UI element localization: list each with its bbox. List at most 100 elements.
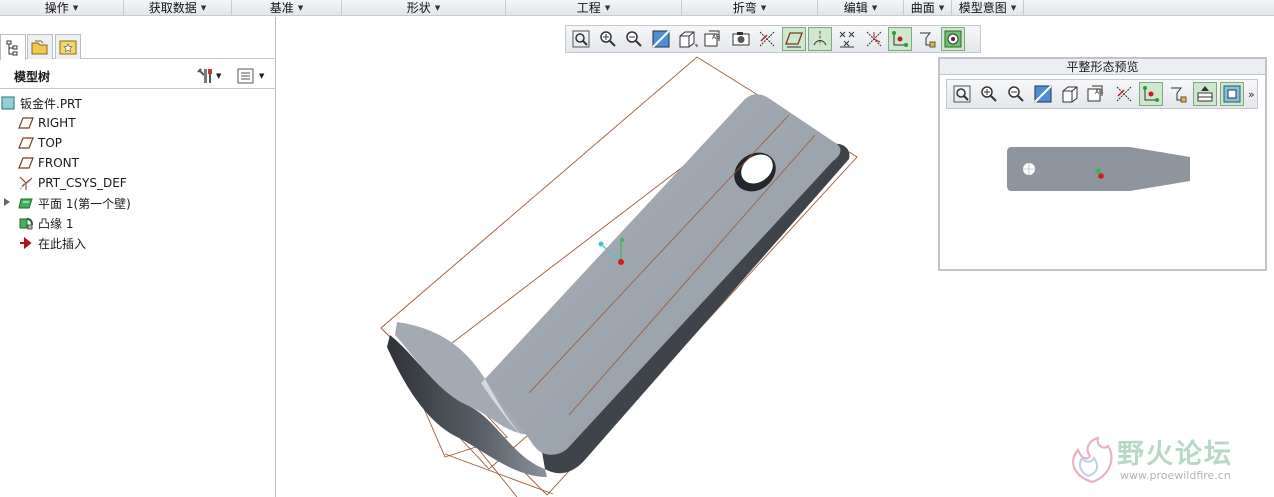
preview-spin-center-toggle[interactable] xyxy=(1139,82,1163,106)
tree-item-front[interactable]: FRONT xyxy=(0,153,276,173)
menu-operations[interactable]: 操作 ▼ xyxy=(0,0,124,16)
tree-item-flange[interactable]: 凸缘 1 xyxy=(0,213,276,233)
part-icon xyxy=(0,95,16,111)
tab-model-tree[interactable] xyxy=(0,34,26,60)
annotation-display-toggle[interactable] xyxy=(915,27,939,51)
chevron-down-icon: ▼ xyxy=(297,4,304,12)
insert-here-arrow-icon xyxy=(18,235,34,251)
flange-icon xyxy=(18,215,34,231)
preview-zoom-in-button[interactable] xyxy=(977,82,1001,106)
view-toolbar: AB xyxy=(565,25,981,53)
expand-arrow-icon[interactable] xyxy=(4,198,10,206)
chevron-down-icon: ▼ xyxy=(760,4,767,12)
menu-edit[interactable]: 编辑 ▼ xyxy=(818,0,904,16)
datum-axis-display-icon xyxy=(813,31,827,46)
refit-button[interactable] xyxy=(569,27,593,51)
watermark-url: www.proewildfire.cn xyxy=(1120,469,1231,482)
folder-icon xyxy=(31,40,48,55)
annotation-icon xyxy=(1171,87,1187,103)
datum-plane-icon xyxy=(18,135,34,151)
tree-item-right[interactable]: RIGHT xyxy=(0,113,276,133)
preview-saved-views-button[interactable]: AB xyxy=(1085,82,1109,106)
repaint-button[interactable] xyxy=(649,27,673,51)
model-display-icon xyxy=(1223,85,1241,103)
tools-icon xyxy=(197,68,212,83)
preview-spin-center-button[interactable] xyxy=(1112,82,1136,106)
spin-center-button[interactable] xyxy=(755,27,779,51)
chevron-down-icon: ▼ xyxy=(216,72,222,80)
model-tree-header: 模型树 ▼ ▼ xyxy=(0,63,276,89)
saved-views-button[interactable]: AB xyxy=(702,27,726,51)
tree-item-top[interactable]: TOP xyxy=(0,133,276,153)
orient-icon xyxy=(1197,86,1213,102)
tab-favorites[interactable] xyxy=(55,34,81,59)
model-tree-title: 模型树 xyxy=(14,70,51,84)
model-display-toggle[interactable] xyxy=(941,27,966,51)
tree-item-insert-here[interactable]: 在此插入 xyxy=(0,233,276,253)
csys-icon xyxy=(18,175,34,191)
spin-center-icon xyxy=(1116,86,1132,102)
more-tools-icon[interactable]: » xyxy=(1248,88,1255,101)
csys-display-toggle[interactable] xyxy=(862,27,886,51)
tree-item-flat-wall[interactable]: 平面 1(第一个壁) xyxy=(0,193,276,213)
preview-zoom-out-button[interactable] xyxy=(1004,82,1028,106)
display-style-button[interactable] xyxy=(675,27,699,51)
show-button[interactable]: ▼ xyxy=(237,66,264,86)
menu-bend[interactable]: 折弯 ▼ xyxy=(682,0,818,16)
settings-button[interactable]: ▼ xyxy=(196,66,221,86)
navigator-tabs xyxy=(0,31,276,60)
flat-pattern-preview: 平整形态预览 AB » xyxy=(938,57,1267,271)
menu-shapes[interactable]: 形状 ▼ xyxy=(342,0,506,16)
preview-orient-button[interactable] xyxy=(1193,82,1217,106)
chevron-down-icon: ▼ xyxy=(434,4,441,12)
spin-center-toggle[interactable] xyxy=(888,27,913,51)
svg-text:AB: AB xyxy=(1095,89,1103,96)
tree-item-part[interactable]: 钣金件.PRT xyxy=(0,93,276,113)
shaded-cube-icon xyxy=(1062,86,1078,103)
preview-toolbar: AB » xyxy=(946,79,1258,109)
chevron-down-icon: ▼ xyxy=(72,4,79,12)
list-view-icon xyxy=(237,68,254,84)
menu-get-data[interactable]: 获取数据 ▼ xyxy=(124,0,232,16)
tree-item-csys[interactable]: PRT_CSYS_DEF xyxy=(0,173,276,193)
menu-datum[interactable]: 基准 ▼ xyxy=(232,0,342,16)
preview-title: 平整形态预览 xyxy=(940,59,1265,75)
saved-views-icon: AB xyxy=(1087,85,1103,102)
menu-engineering[interactable]: 工程 ▼ xyxy=(506,0,682,16)
zoom-in-button[interactable] xyxy=(596,27,620,51)
model-tree-icon xyxy=(6,40,18,55)
datum-plane-icon xyxy=(18,155,34,171)
navigator-panel: 模型树 ▼ ▼ 钣金件.PRT RIGHT TOP FRONT PRT_CSYS… xyxy=(0,17,276,497)
menu-surfaces[interactable]: 曲面 ▼ xyxy=(904,0,952,16)
zoom-out-button[interactable] xyxy=(622,27,646,51)
chevron-down-icon: ▼ xyxy=(259,72,265,80)
chevron-down-icon: ▼ xyxy=(938,4,945,12)
spin-center-display-icon xyxy=(892,31,909,47)
datum-planes-toggle[interactable] xyxy=(781,27,806,51)
model-tree: 钣金件.PRT RIGHT TOP FRONT PRT_CSYS_DEF 平面 … xyxy=(0,93,276,253)
spin-center-display-icon xyxy=(1143,86,1159,102)
saved-views-icon: AB xyxy=(704,30,720,47)
zoom-in-icon xyxy=(599,31,616,47)
flat-pattern-view[interactable] xyxy=(940,111,1265,269)
annotation-icon xyxy=(919,32,936,48)
preview-refit-button[interactable] xyxy=(950,82,974,106)
zoom-out-icon xyxy=(626,31,642,47)
preview-model-display-toggle[interactable] xyxy=(1220,82,1244,106)
model-display-icon xyxy=(944,30,962,48)
datum-plane-icon xyxy=(18,115,34,131)
zoom-refit-icon xyxy=(953,85,971,103)
view-manager-button[interactable] xyxy=(729,27,753,51)
tab-folder-browser[interactable] xyxy=(27,34,53,59)
preview-repaint-button[interactable] xyxy=(1031,82,1055,106)
zoom-in-icon xyxy=(981,86,997,102)
datum-axes-toggle[interactable] xyxy=(808,27,833,51)
chevron-down-icon: ▼ xyxy=(200,4,207,12)
preview-csys xyxy=(1095,168,1101,174)
shaded-cube-icon xyxy=(679,31,698,48)
point-display-toggle[interactable] xyxy=(835,27,859,51)
preview-display-style-button[interactable] xyxy=(1058,82,1082,106)
menu-model-intent[interactable]: 模型意图 ▼ xyxy=(952,0,1024,16)
svg-text:AB: AB xyxy=(712,34,720,41)
preview-annotation-toggle[interactable] xyxy=(1166,82,1190,106)
